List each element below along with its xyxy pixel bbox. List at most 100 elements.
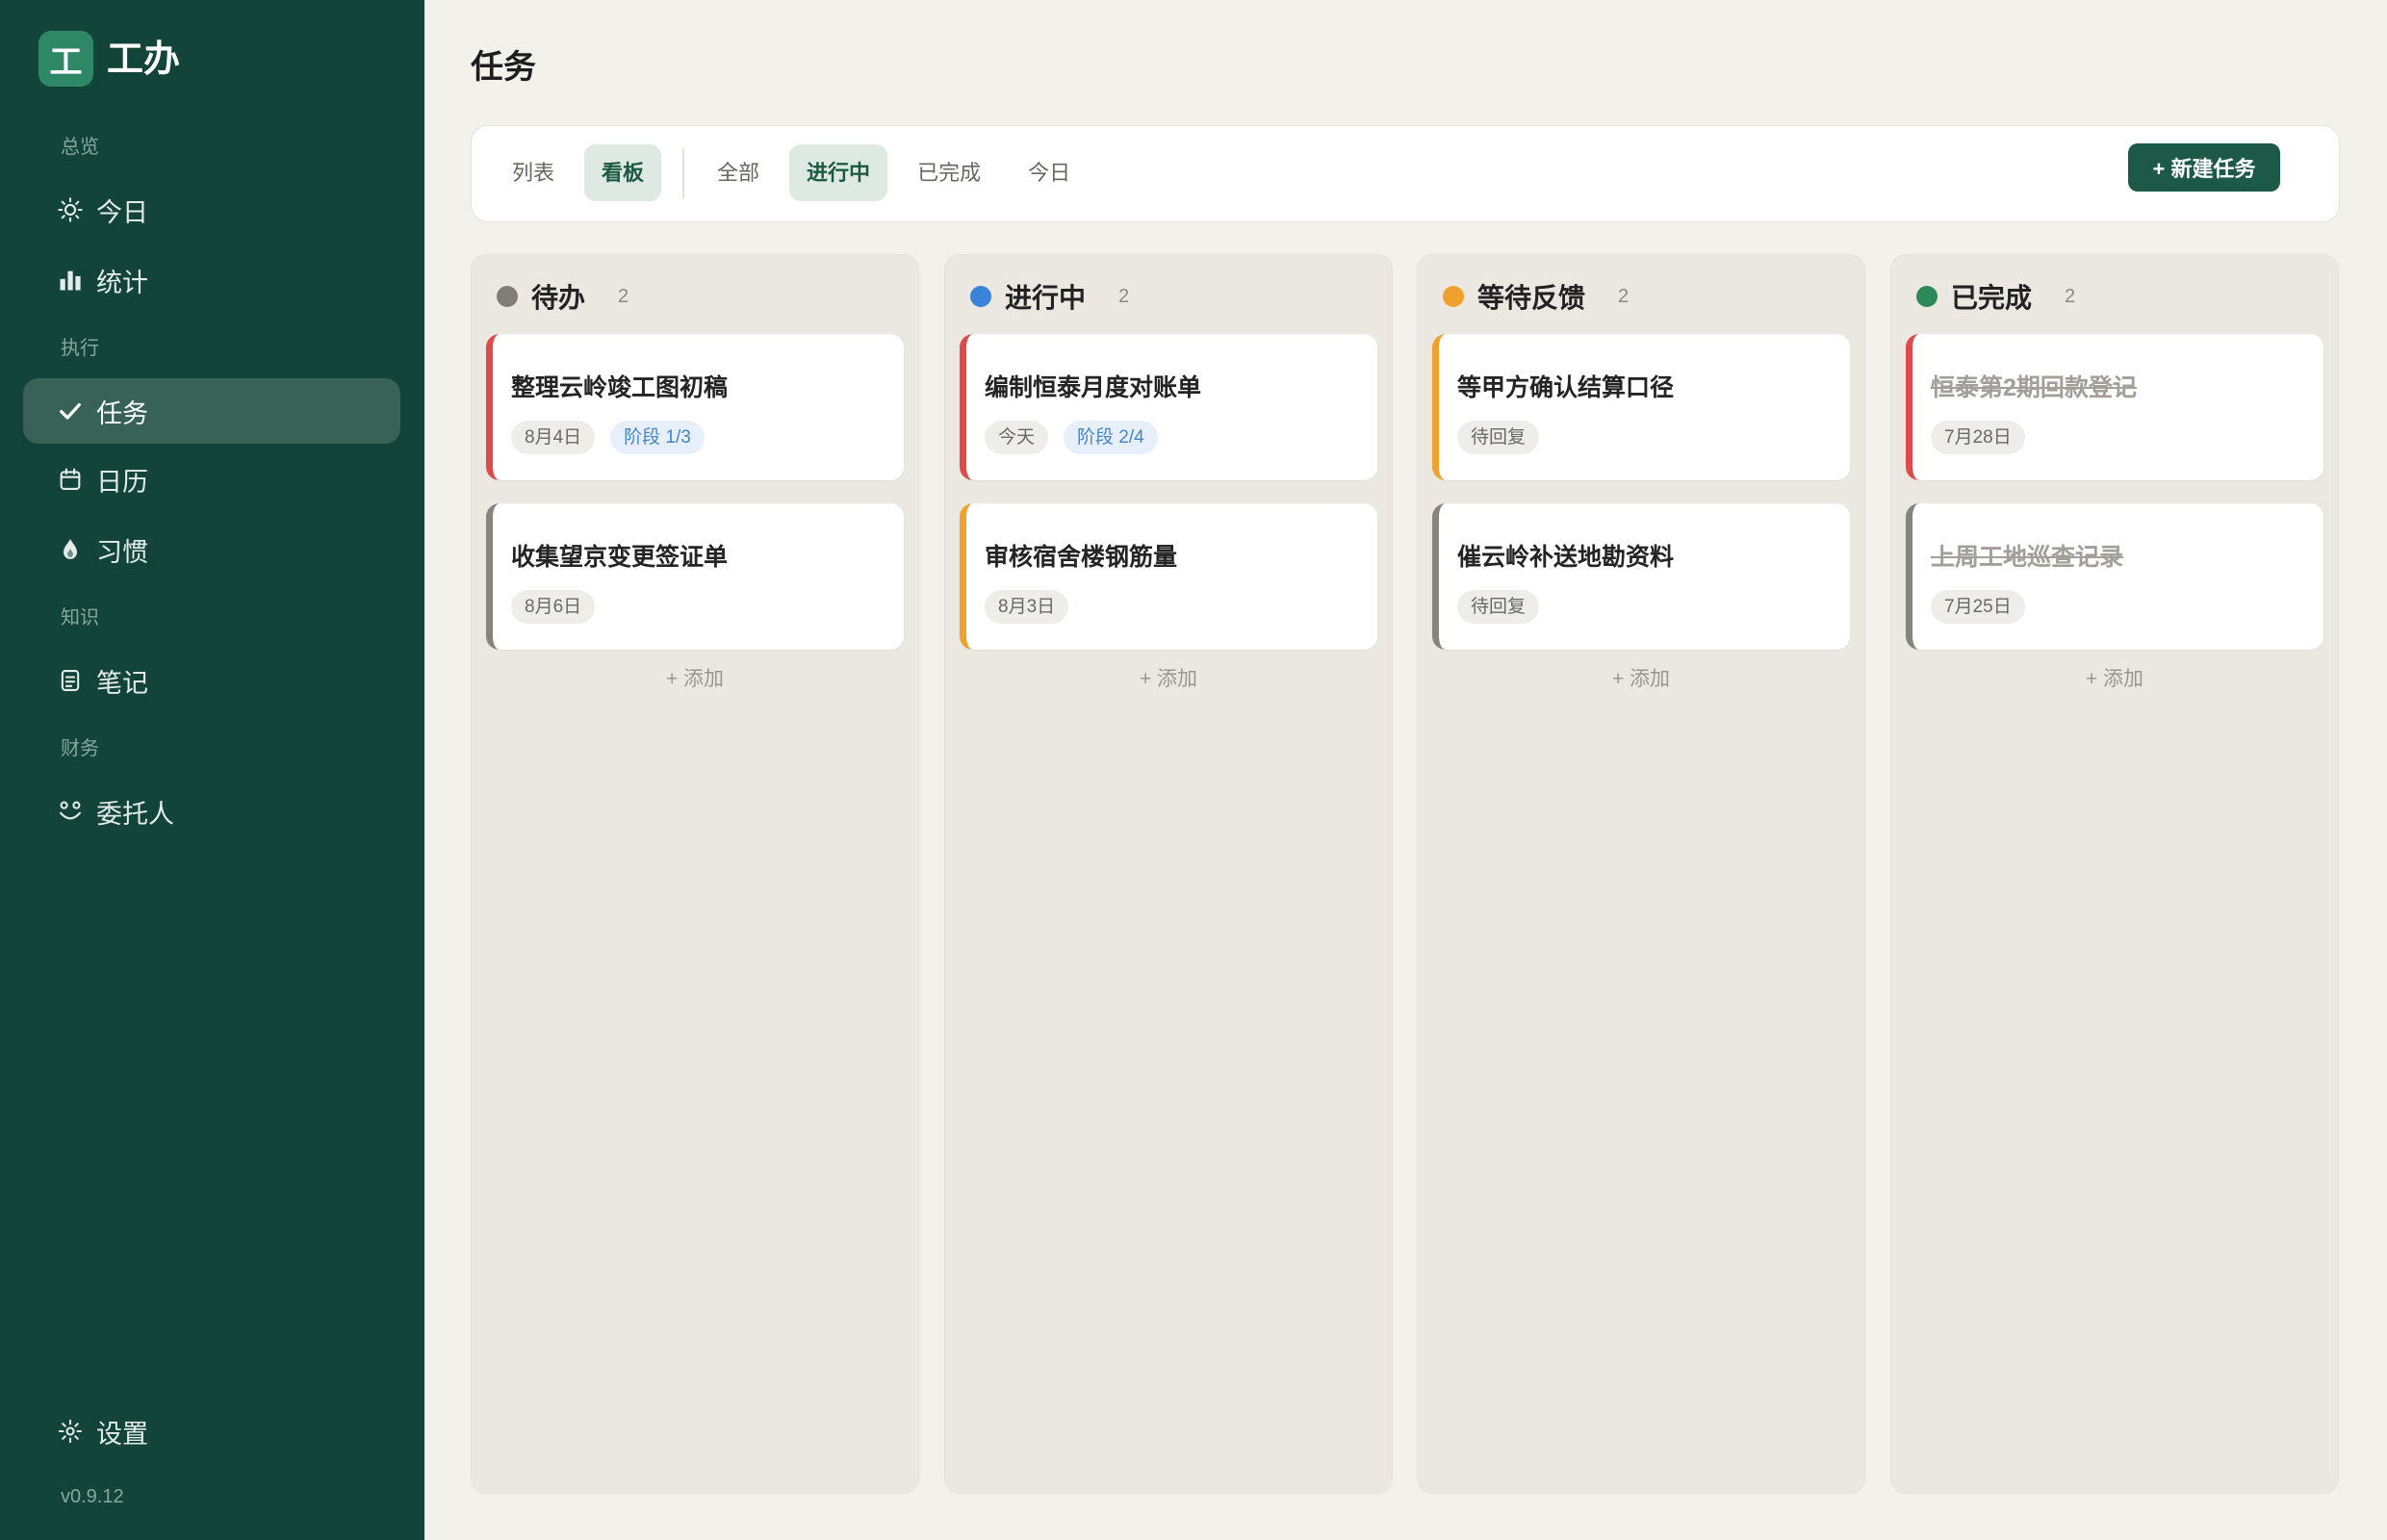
add-card-button[interactable]: + 添加: [960, 660, 1377, 699]
task-card[interactable]: 催云岭补送地勘资料 待回复: [1432, 503, 1850, 650]
column-todo: 待办 2 整理云岭竣工图初稿 8月4日 阶段 1/3 收集望京变更签证单 8月6…: [471, 254, 919, 1494]
sidebar-item-calendar[interactable]: 日历: [23, 447, 400, 512]
task-title: 等甲方确认结算口径: [1457, 374, 1675, 401]
column-count: 2: [1118, 285, 1130, 307]
column-count: 2: [1618, 285, 1630, 307]
column-count: 2: [618, 285, 629, 307]
column-header: 等待反馈 2: [1432, 255, 1850, 334]
due-date-badge: 8月6日: [511, 590, 596, 624]
column-title: 等待反馈: [1477, 283, 1586, 313]
task-tags: 今天 阶段 2/4: [985, 421, 1377, 454]
sidebar-item-label: 今日: [96, 197, 148, 227]
status-dot: [1916, 286, 1938, 307]
sidebar-item-stats[interactable]: 统计: [23, 247, 400, 313]
new-task-button[interactable]: + 新建任务: [2128, 143, 2280, 192]
note-icon: [57, 667, 84, 694]
task-tags: 8月4日 阶段 1/3: [511, 421, 904, 454]
sidebar: 工 工办 总览 今日 统计 执行 任务 日历 习惯 知识 笔记 财务 委托人 设…: [0, 0, 424, 1540]
sidebar-item-label: 日历: [96, 467, 148, 497]
status-dot: [1443, 286, 1464, 307]
column-header: 待办 2: [486, 255, 904, 334]
flame-icon: [57, 536, 84, 563]
due-date-badge: 7月28日: [1931, 421, 2025, 454]
bar-chart-icon: [57, 267, 84, 294]
task-card[interactable]: 审核宿舍楼钢筋量 8月3日: [960, 503, 1377, 650]
tab-board-view[interactable]: 看板: [584, 144, 662, 201]
due-date-badge: 今天: [985, 421, 1049, 454]
column-count: 2: [2065, 285, 2076, 307]
task-card[interactable]: 等甲方确认结算口径 待回复: [1432, 334, 1850, 480]
tab-divider: [682, 147, 685, 198]
task-toolbar: 列表 看板 全部 进行中 已完成 今日 + 新建任务: [471, 125, 2340, 222]
column-awaiting-feedback: 等待反馈 2 等甲方确认结算口径 待回复 催云岭补送地勘资料 待回复 + 添加: [1417, 254, 1865, 1494]
due-date-badge: 8月3日: [985, 590, 1069, 624]
task-tags: 8月3日: [985, 590, 1377, 624]
logo-mark: 工: [49, 43, 83, 81]
status-dot: [497, 286, 518, 307]
app-name: 工办: [107, 39, 181, 80]
status-badge: 待回复: [1457, 590, 1540, 624]
task-title: 审核宿舍楼钢筋量: [985, 544, 1178, 571]
calendar-icon: [57, 466, 84, 493]
filter-in-progress[interactable]: 进行中: [789, 144, 888, 201]
task-tags: 待回复: [1457, 421, 1850, 454]
sidebar-item-label: 设置: [96, 1419, 148, 1449]
sidebar-item-label: 笔记: [96, 668, 148, 698]
add-card-button[interactable]: + 添加: [1906, 660, 2323, 699]
task-card[interactable]: 整理云岭竣工图初稿 8月4日 阶段 1/3: [486, 334, 904, 480]
task-card[interactable]: 编制恒泰月度对账单 今天 阶段 2/4: [960, 334, 1377, 480]
task-title: 恒泰第2期回款登记: [1931, 374, 2137, 401]
clients-icon: [57, 798, 84, 825]
sidebar-item-notes[interactable]: 笔记: [23, 648, 400, 713]
task-tags: 8月6日: [511, 590, 904, 624]
sun-icon: [57, 196, 84, 223]
due-date-badge: 8月4日: [511, 421, 596, 454]
column-title: 待办: [531, 283, 586, 313]
column-header: 进行中 2: [960, 255, 1377, 334]
task-card[interactable]: 上周工地巡查记录 7月25日: [1906, 503, 2323, 650]
check-icon: [57, 398, 84, 424]
task-title: 编制恒泰月度对账单: [985, 374, 1202, 401]
add-card-button[interactable]: + 添加: [486, 660, 904, 699]
stage-badge: 阶段 1/3: [610, 421, 705, 454]
column-title: 进行中: [1005, 283, 1087, 313]
filter-all[interactable]: 全部: [700, 144, 777, 201]
sidebar-item-label: 习惯: [96, 537, 148, 567]
sidebar-item-clients[interactable]: 委托人: [23, 779, 400, 844]
column-completed: 已完成 2 恒泰第2期回款登记 7月28日 上周工地巡查记录 7月25日 + 添…: [1890, 254, 2339, 1494]
nav-section-finance: 财务: [61, 738, 99, 759]
filter-today[interactable]: 今日: [1011, 144, 1088, 201]
column-in-progress: 进行中 2 编制恒泰月度对账单 今天 阶段 2/4 审核宿舍楼钢筋量 8月3日 …: [944, 254, 1393, 1494]
task-tags: 待回复: [1457, 590, 1850, 624]
task-title: 催云岭补送地勘资料: [1457, 544, 1675, 571]
due-date-badge: 7月25日: [1931, 590, 2025, 624]
nav-section-execution: 执行: [61, 338, 99, 359]
sidebar-item-today[interactable]: 今日: [23, 177, 400, 243]
nav-section-overview: 总览: [61, 137, 99, 158]
task-title: 整理云岭竣工图初稿: [511, 374, 729, 401]
app-logo: 工: [38, 31, 93, 87]
task-tags: 7月25日: [1931, 590, 2323, 624]
add-card-button[interactable]: + 添加: [1432, 660, 1850, 699]
tab-list-view[interactable]: 列表: [495, 144, 572, 201]
task-tags: 7月28日: [1931, 421, 2323, 454]
nav-section-knowledge: 知识: [61, 607, 99, 629]
app-version: v0.9.12: [61, 1486, 124, 1507]
sidebar-item-label: 统计: [96, 268, 148, 297]
sidebar-item-label: 任务: [96, 398, 148, 428]
task-card[interactable]: 收集望京变更签证单 8月6日: [486, 503, 904, 650]
task-title: 上周工地巡查记录: [1931, 544, 2124, 571]
column-header: 已完成 2: [1906, 255, 2323, 334]
sidebar-item-settings[interactable]: 设置: [23, 1399, 400, 1464]
tab-bar: 列表 看板 全部 进行中 已完成 今日: [495, 144, 1088, 201]
sidebar-item-habits[interactable]: 习惯: [23, 517, 400, 582]
status-badge: 待回复: [1457, 421, 1540, 454]
status-dot: [970, 286, 991, 307]
task-card[interactable]: 恒泰第2期回款登记 7月28日: [1906, 334, 2323, 480]
sidebar-item-label: 委托人: [96, 799, 174, 829]
sidebar-item-tasks[interactable]: 任务: [23, 378, 400, 444]
stage-badge: 阶段 2/4: [1064, 421, 1158, 454]
filter-completed[interactable]: 已完成: [900, 144, 998, 201]
gear-icon: [57, 1418, 84, 1445]
page-title: 任务: [471, 49, 536, 86]
